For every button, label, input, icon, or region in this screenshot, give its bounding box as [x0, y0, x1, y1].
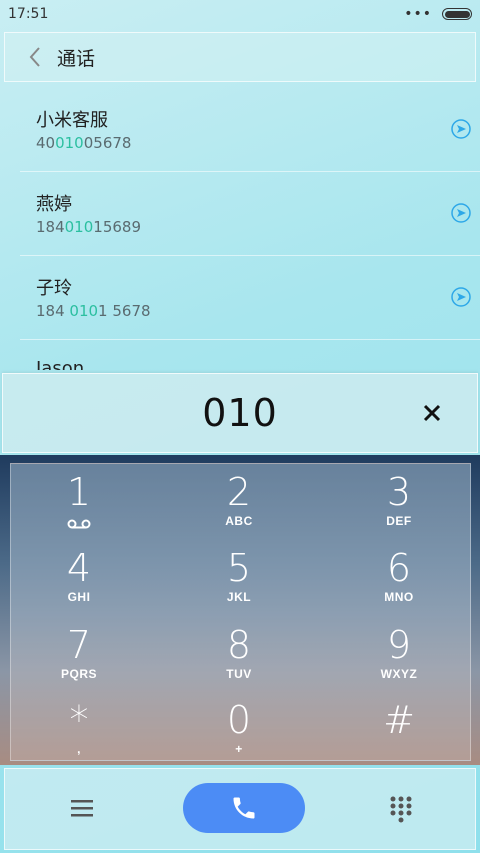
dialed-number: 010	[202, 391, 278, 435]
phone-icon	[233, 797, 255, 819]
key-2[interactable]: 2 ABC	[179, 470, 299, 544]
key-1[interactable]: 1	[19, 470, 139, 544]
key-8[interactable]: 8 TUV	[179, 623, 299, 697]
close-icon[interactable]	[419, 400, 445, 426]
notification-dots-icon: •••	[404, 6, 432, 22]
match-highlight: 010	[69, 302, 99, 320]
contact-name: 子玲	[36, 278, 72, 299]
list-item[interactable]: Jason	[20, 340, 480, 370]
contact-number: 4001005678	[36, 134, 132, 152]
keypad: 1 2 ABC 3 DEF 4 GHI 5 JKL 6 MNO 7 PQRS 8…	[10, 463, 471, 761]
key-0[interactable]: 0 +	[179, 698, 299, 772]
contact-name: Jason	[36, 358, 85, 370]
bottom-action-bar	[4, 768, 476, 850]
key-6[interactable]: 6 MNO	[339, 546, 459, 620]
match-highlight: 010	[64, 218, 94, 236]
dialpad-icon[interactable]	[389, 795, 413, 823]
contact-number: 18401015689	[36, 218, 141, 236]
chevron-left-icon[interactable]	[17, 46, 53, 68]
status-time: 17:51	[8, 6, 49, 22]
contact-name: 小米客服	[36, 110, 108, 131]
page-title: 通话	[57, 47, 96, 70]
key-5[interactable]: 5 JKL	[179, 546, 299, 620]
key-9[interactable]: 9 WXYZ	[339, 623, 459, 697]
key-star[interactable]: * ,	[19, 698, 139, 772]
header: 通话	[4, 32, 476, 82]
match-highlight: 010	[55, 134, 84, 152]
key-7[interactable]: 7 PQRS	[19, 623, 139, 697]
call-button[interactable]	[183, 783, 305, 833]
battery-icon	[442, 8, 472, 20]
arrow-circle-right-icon[interactable]	[450, 286, 472, 308]
list-item[interactable]: 子玲 184 0101 5678	[20, 256, 480, 340]
arrow-circle-right-icon[interactable]	[450, 118, 472, 140]
menu-icon[interactable]	[71, 798, 93, 818]
arrow-circle-right-icon[interactable]	[450, 202, 472, 224]
key-3[interactable]: 3 DEF	[339, 470, 459, 544]
list-item[interactable]: 燕婷 18401015689	[20, 172, 480, 256]
status-indicators: •••	[404, 6, 472, 22]
key-hash[interactable]: #	[339, 698, 459, 772]
key-4[interactable]: 4 GHI	[19, 546, 139, 620]
contact-number: 184 0101 5678	[36, 302, 151, 320]
list-item[interactable]: 小米客服 4001005678	[20, 88, 480, 172]
contact-name: 燕婷	[36, 194, 72, 215]
voicemail-icon	[67, 519, 91, 529]
keypad-background: 1 2 ABC 3 DEF 4 GHI 5 JKL 6 MNO 7 PQRS 8…	[0, 455, 480, 765]
status-bar: 17:51 •••	[0, 0, 480, 28]
dialed-number-bar: 010	[2, 373, 478, 453]
contact-results-list: 小米客服 4001005678 燕婷 18401015689 子玲 184 01…	[0, 88, 480, 370]
